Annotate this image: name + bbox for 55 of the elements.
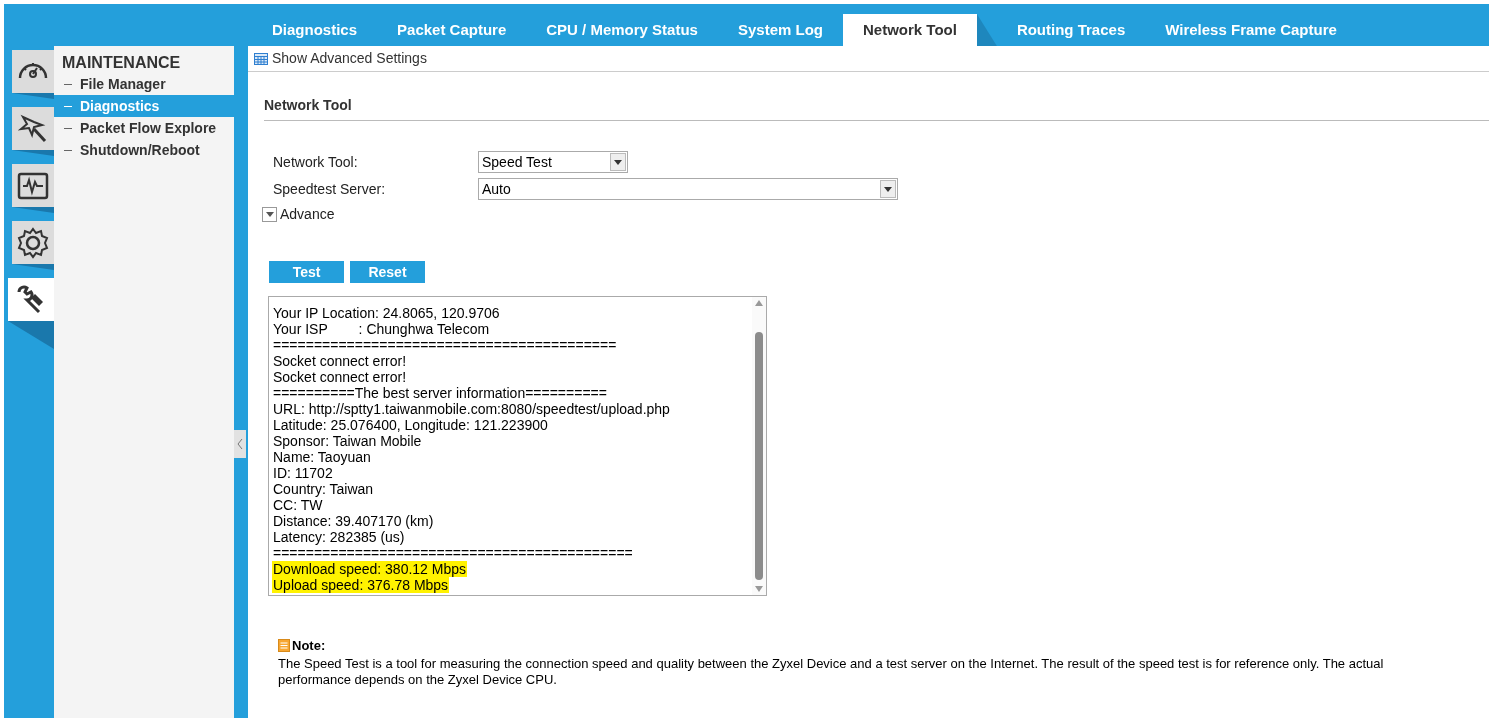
output-line: Sponsor: Taiwan Mobile: [272, 433, 423, 449]
output-line: Your IP Location: 24.8065, 120.9706: [272, 305, 501, 321]
dropdown[interactable]: Auto: [478, 178, 898, 200]
collapse-handle[interactable]: [234, 430, 246, 458]
nav-icon-button[interactable]: [12, 164, 54, 207]
sidebar-title: MAINTENANCE: [61, 53, 182, 73]
tab[interactable]: Routing Traces: [996, 14, 1146, 46]
scrollbar[interactable]: [752, 297, 766, 595]
action-button[interactable]: Test: [269, 261, 344, 283]
advance-label: Advance: [280, 205, 335, 224]
output-line: Distance: 39.407170 (km): [272, 513, 435, 529]
tab[interactable]: Diagnostics: [252, 14, 378, 46]
sidebar-item[interactable]: File Manager: [54, 73, 234, 95]
sidebar-item[interactable]: Shutdown/Reboot: [54, 139, 234, 161]
output-line: ============================================: [272, 545, 634, 561]
scroll-up-arrow-icon[interactable]: [755, 300, 763, 306]
output-line: Latency: 282385 (us): [272, 529, 406, 545]
caret-icon: [614, 159, 622, 165]
output-line: Name: Taoyuan: [272, 449, 372, 465]
section-title: Network Tool: [264, 95, 1489, 121]
output-line: Socket connect error!: [272, 369, 408, 385]
caret-icon: [884, 186, 892, 192]
output-line: Latitude: 25.076400, Longitude: 121.223900: [272, 417, 549, 433]
action-button[interactable]: Reset: [350, 261, 425, 283]
output-line: Your ISP : Chunghwa Telecom: [272, 321, 491, 337]
field-label: Speedtest Server:: [273, 179, 387, 199]
nav-icon-button[interactable]: [12, 50, 54, 93]
note-icon: [278, 639, 290, 653]
nav-icon-button[interactable]: [12, 221, 54, 264]
output-line: URL: http://sptty1.taiwanmobile.com:8080/speedtest/upload.php: [272, 401, 671, 417]
output-line: ==========The best server information==========: [272, 385, 608, 401]
sidebar-item[interactable]: Diagnostics: [54, 95, 234, 117]
output-line: CC: TW: [272, 497, 324, 513]
show-advanced-settings-link[interactable]: Show Advanced Settings: [272, 48, 427, 69]
note-title: Note:: [292, 637, 326, 655]
table-icon[interactable]: [254, 52, 268, 65]
chevron-left-icon: [237, 438, 243, 450]
nav-icon-button[interactable]: [12, 107, 54, 150]
tab[interactable]: Packet Capture: [377, 14, 527, 46]
nav-icon-button[interactable]: [8, 278, 54, 321]
tab[interactable]: Network Tool: [843, 14, 977, 46]
output-line: ==========================================: [272, 337, 618, 353]
field-label: Network Tool:: [273, 152, 359, 172]
dropdown[interactable]: Speed Test: [478, 151, 628, 173]
tab[interactable]: System Log: [717, 14, 843, 46]
caret-icon: [265, 212, 274, 217]
tab[interactable]: Wireless Frame Capture: [1145, 14, 1357, 46]
output-line: Socket connect error!: [272, 353, 408, 369]
output-line: ID: 11702: [272, 465, 334, 481]
sidebar-item[interactable]: Packet Flow Explore: [54, 117, 234, 139]
scroll-down-arrow-icon[interactable]: [755, 586, 763, 592]
note-text: The Speed Test is a tool for measuring the connection speed and quality between the Zyxel Device and a test server on the Internet. The result of the speed test is for reference only. The actual performance depends on the Zyxel Device CPU.: [278, 655, 1385, 688]
tab[interactable]: CPU / Memory Status: [526, 14, 718, 46]
expand-toggle[interactable]: [262, 207, 277, 222]
output-line: Country: Taiwan: [272, 481, 375, 497]
